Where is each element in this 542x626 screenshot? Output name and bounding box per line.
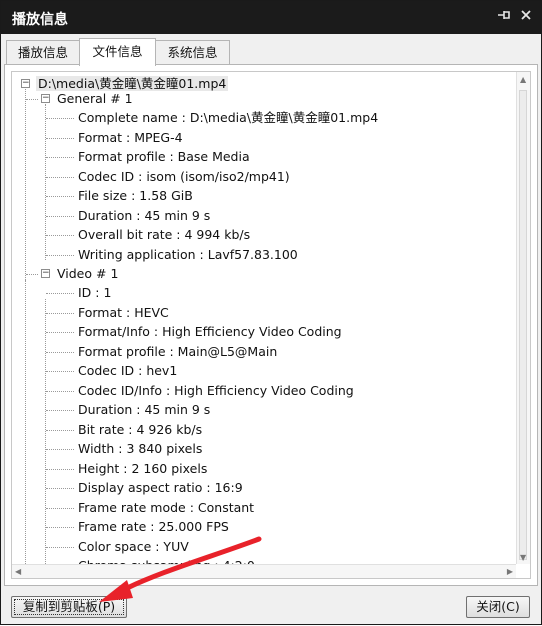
playback-info-window: 播放信息 播放信息 文件信息 系统信息 − D:\media\黄金瞳\黄金瞳01… [0,0,542,625]
red-annotation-arrow [99,536,262,602]
tab-file-info[interactable]: 文件信息 [79,38,156,66]
